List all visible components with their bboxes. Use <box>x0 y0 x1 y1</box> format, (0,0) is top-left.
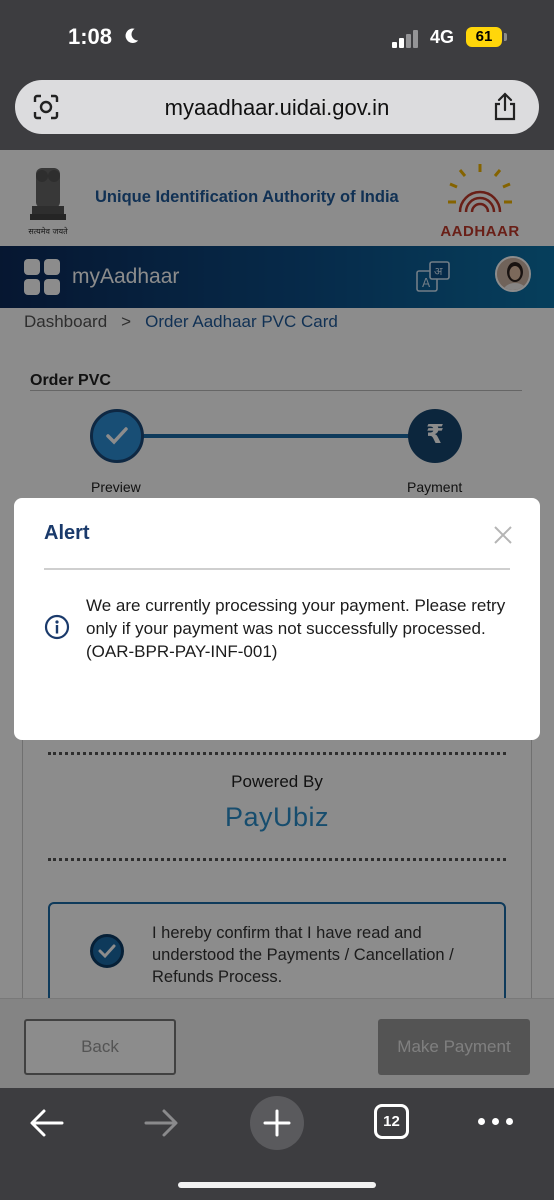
close-icon[interactable] <box>492 524 514 546</box>
alert-dialog: Alert We are currently processing your p… <box>14 498 540 740</box>
moon-icon <box>125 28 139 43</box>
status-bar: 1:08 4G 61 <box>0 0 554 72</box>
status-time: 1:08 <box>68 24 113 49</box>
forward-arrow-icon[interactable] <box>142 1108 180 1138</box>
new-tab-button[interactable] <box>250 1096 304 1150</box>
share-icon[interactable] <box>491 91 519 121</box>
back-arrow-icon[interactable] <box>28 1108 66 1138</box>
network-type: 4G <box>430 27 455 47</box>
alert-title: Alert <box>44 522 90 544</box>
browser-address-area: myaadhaar.uidai.gov.in <box>0 72 554 150</box>
info-icon <box>44 614 70 640</box>
plus-icon <box>263 1109 291 1137</box>
battery-level: 61 <box>466 27 502 47</box>
battery-tip <box>504 33 507 41</box>
home-indicator <box>178 1182 376 1188</box>
tab-switcher-button[interactable]: 12 <box>374 1104 409 1139</box>
alert-message: We are currently processing your payment… <box>86 596 506 661</box>
more-icon[interactable] <box>478 1118 514 1126</box>
address-bar[interactable]: myaadhaar.uidai.gov.in <box>15 80 539 134</box>
url-text: myaadhaar.uidai.gov.in <box>164 95 390 120</box>
alert-divider <box>44 568 510 570</box>
signal-icon <box>392 30 420 48</box>
